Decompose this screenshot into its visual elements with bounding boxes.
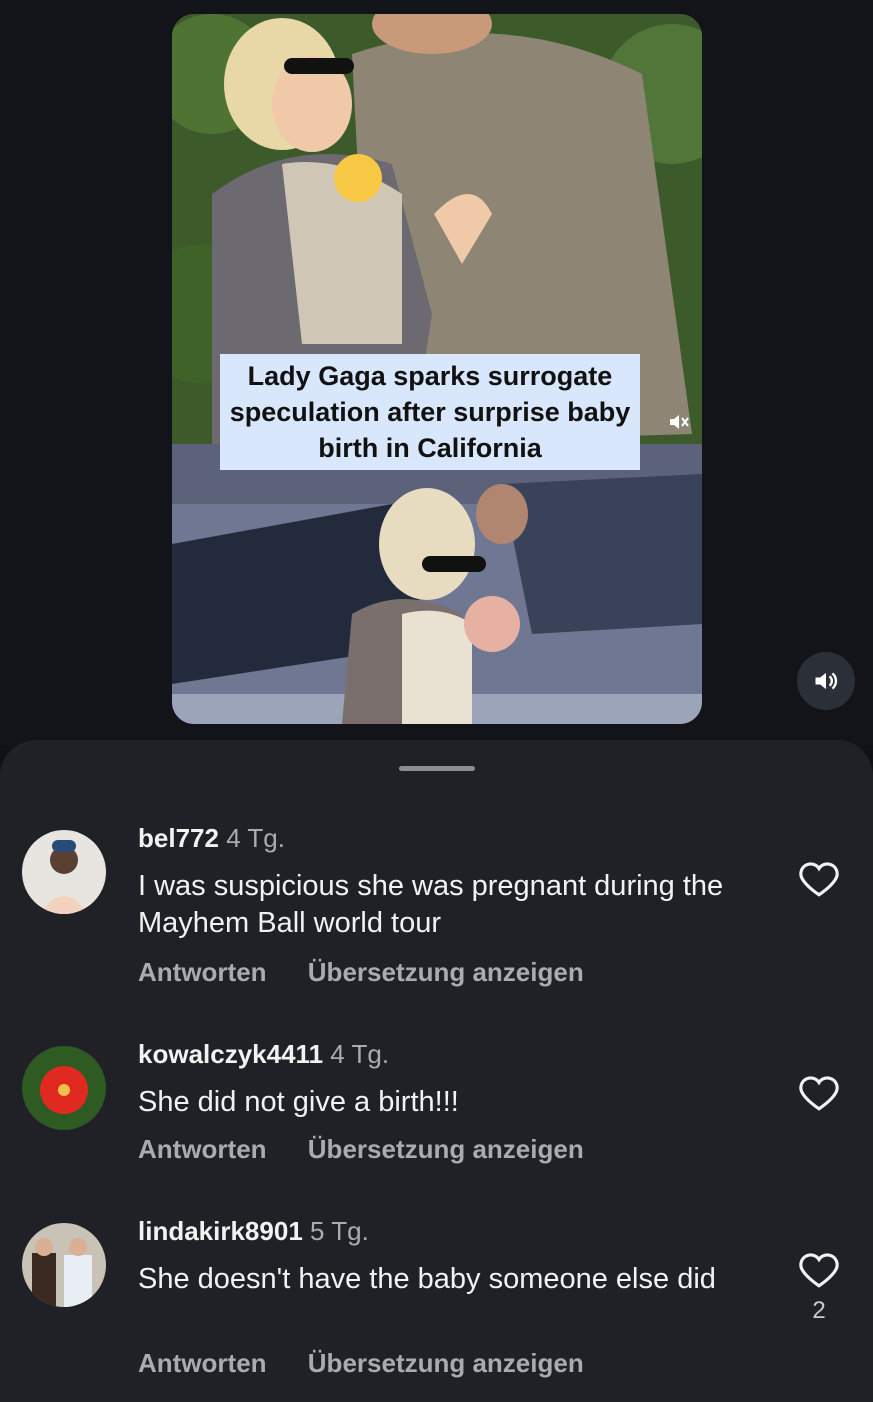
comment-time: 5 Tg. [310,1216,369,1246]
comments-sheet: bel772 4 Tg. I was suspicious she was pr… [0,740,873,1402]
reply-button[interactable]: Antworten [138,957,267,987]
translate-button[interactable]: Übersetzung anzeigen [308,1348,584,1378]
comment-text: She did not give a birth!!! [138,1086,459,1118]
heart-icon[interactable] [798,1249,840,1291]
comment-meta: bel772 4 Tg. [138,822,285,854]
comment-text: I was suspicious she was pregnant during… [138,870,724,939]
sheet-drag-handle[interactable] [399,766,475,771]
heart-icon[interactable] [798,858,840,900]
comment-time: 4 Tg. [226,823,285,853]
speaker-icon [815,672,838,690]
comment-username[interactable]: kowalczyk4411 [138,1039,323,1069]
post-image[interactable]: Lady Gaga sparks surrogate speculation a… [172,14,702,724]
muted-speaker-icon[interactable] [667,410,691,434]
avatar[interactable] [22,1223,106,1307]
comment-meta: kowalczyk4411 4 Tg. [138,1038,389,1070]
comment-actions: Antworten Übersetzung anzeigen [138,1133,618,1165]
reply-button[interactable]: Antworten [138,1134,267,1164]
photo-bottom [172,444,702,724]
comment-time: 4 Tg. [330,1039,390,1069]
translate-button[interactable]: Übersetzung anzeigen [308,1134,584,1164]
like-count: 2 [812,1297,826,1324]
comment-actions: Antworten Übersetzung anzeigen [138,1347,618,1379]
avatar[interactable] [22,830,106,914]
comment-username[interactable]: lindakirk8901 [138,1216,303,1246]
comment-username[interactable]: bel772 [138,823,219,853]
comment-actions: Antworten Übersetzung anzeigen [138,956,618,988]
comment-text: She doesn't have the baby someone else d… [138,1263,716,1295]
reply-button[interactable]: Antworten [138,1348,267,1378]
heart-icon[interactable] [798,1072,840,1114]
comment-meta: lindakirk8901 5 Tg. [138,1215,369,1247]
media-area: Lady Gaga sparks surrogate speculation a… [0,0,873,745]
avatar[interactable] [22,1046,106,1130]
post-caption: Lady Gaga sparks surrogate speculation a… [220,354,640,470]
translate-button[interactable]: Übersetzung anzeigen [308,957,584,987]
volume-button[interactable] [797,652,855,710]
